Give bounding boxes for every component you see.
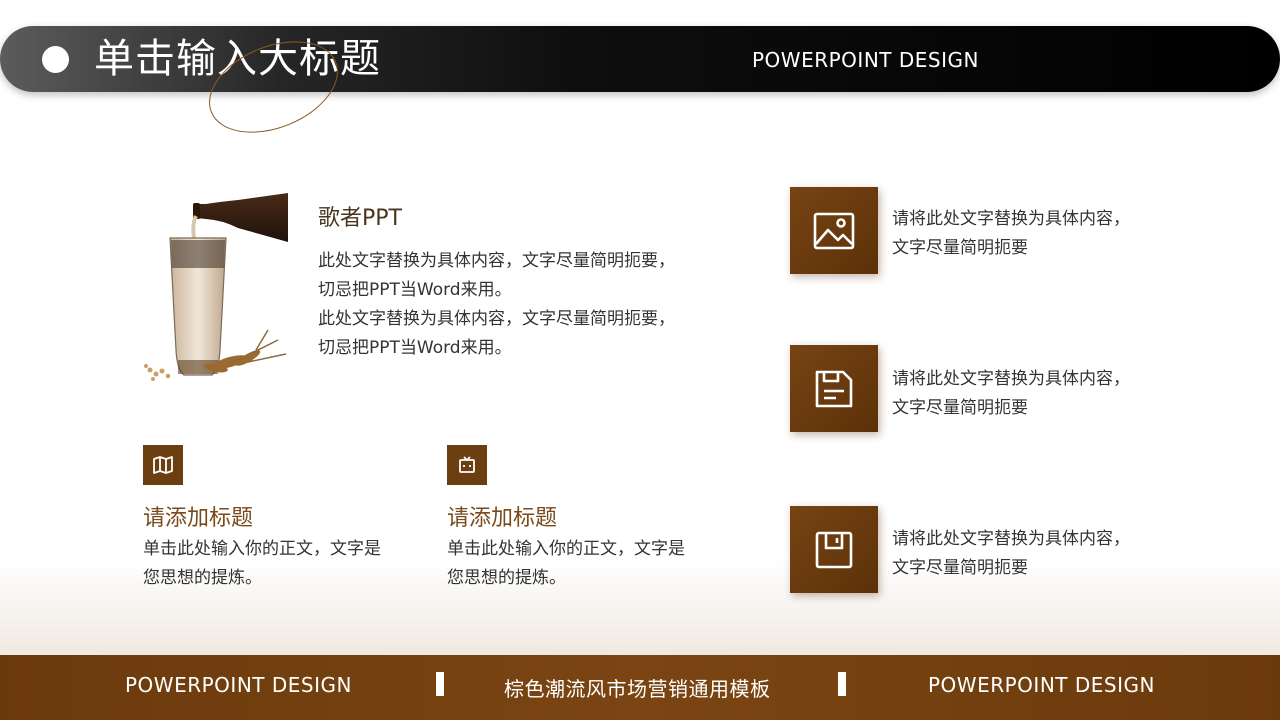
right-item-line: 请将此处文字替换为具体内容，	[892, 369, 1130, 389]
intro-title[interactable]: 歌者PPT	[318, 200, 402, 232]
feature-title[interactable]: 请添加标题	[447, 500, 557, 532]
feature-title[interactable]: 请添加标题	[143, 500, 253, 532]
feature-body[interactable]: 单击此处输入你的正文，文字是 您思想的提炼。	[447, 535, 737, 593]
right-item-line: 请将此处文字替换为具体内容，	[892, 209, 1130, 229]
footer-center-text[interactable]: 棕色潮流风市场营销通用模板	[504, 673, 771, 702]
document-icon	[790, 345, 878, 432]
footer-bar: POWERPOINT DESIGN 棕色潮流风市场营销通用模板 POWERPOI…	[0, 655, 1280, 720]
intro-line: 此处文字替换为具体内容，文字尽量简明扼要，	[318, 251, 675, 271]
feature-body[interactable]: 单击此处输入你的正文，文字是 您思想的提炼。	[143, 535, 433, 593]
footer-right-text[interactable]: POWERPOINT DESIGN	[928, 673, 1155, 697]
right-item-line: 文字尽量简明扼要	[892, 558, 1028, 578]
feature-line: 您思想的提炼。	[447, 568, 566, 588]
feature-line: 单击此处输入你的正文，文字是	[143, 539, 381, 559]
footer-separator	[838, 672, 846, 696]
right-item-text[interactable]: 请将此处文字替换为具体内容， 文字尽量简明扼要	[892, 525, 1192, 583]
intro-body[interactable]: 此处文字替换为具体内容，文字尽量简明扼要， 切忌把PPT当Word来用。 此处文…	[318, 247, 738, 363]
right-item-line: 请将此处文字替换为具体内容，	[892, 529, 1130, 549]
feature-line: 单击此处输入你的正文，文字是	[447, 539, 685, 559]
map-icon	[143, 445, 183, 485]
header-subtitle[interactable]: POWERPOINT DESIGN	[752, 48, 979, 72]
robot-icon	[447, 445, 487, 485]
footer-left-text[interactable]: POWERPOINT DESIGN	[125, 673, 352, 697]
intro-line: 切忌把PPT当Word来用。	[318, 338, 512, 358]
right-item-line: 文字尽量简明扼要	[892, 238, 1028, 258]
intro-line: 此处文字替换为具体内容，文字尽量简明扼要，	[318, 309, 675, 329]
beer-illustration	[144, 193, 288, 381]
save-icon	[790, 506, 878, 593]
right-item-text[interactable]: 请将此处文字替换为具体内容， 文字尽量简明扼要	[892, 365, 1192, 423]
intro-line: 切忌把PPT当Word来用。	[318, 280, 512, 300]
image-icon	[790, 187, 878, 274]
right-item-text[interactable]: 请将此处文字替换为具体内容， 文字尽量简明扼要	[892, 205, 1192, 263]
right-item-line: 文字尽量简明扼要	[892, 398, 1028, 418]
footer-separator	[436, 672, 444, 696]
feature-line: 您思想的提炼。	[143, 568, 262, 588]
header-bar: 单击输入大标题 POWERPOINT DESIGN	[0, 23, 1280, 151]
header-dot	[42, 46, 69, 73]
